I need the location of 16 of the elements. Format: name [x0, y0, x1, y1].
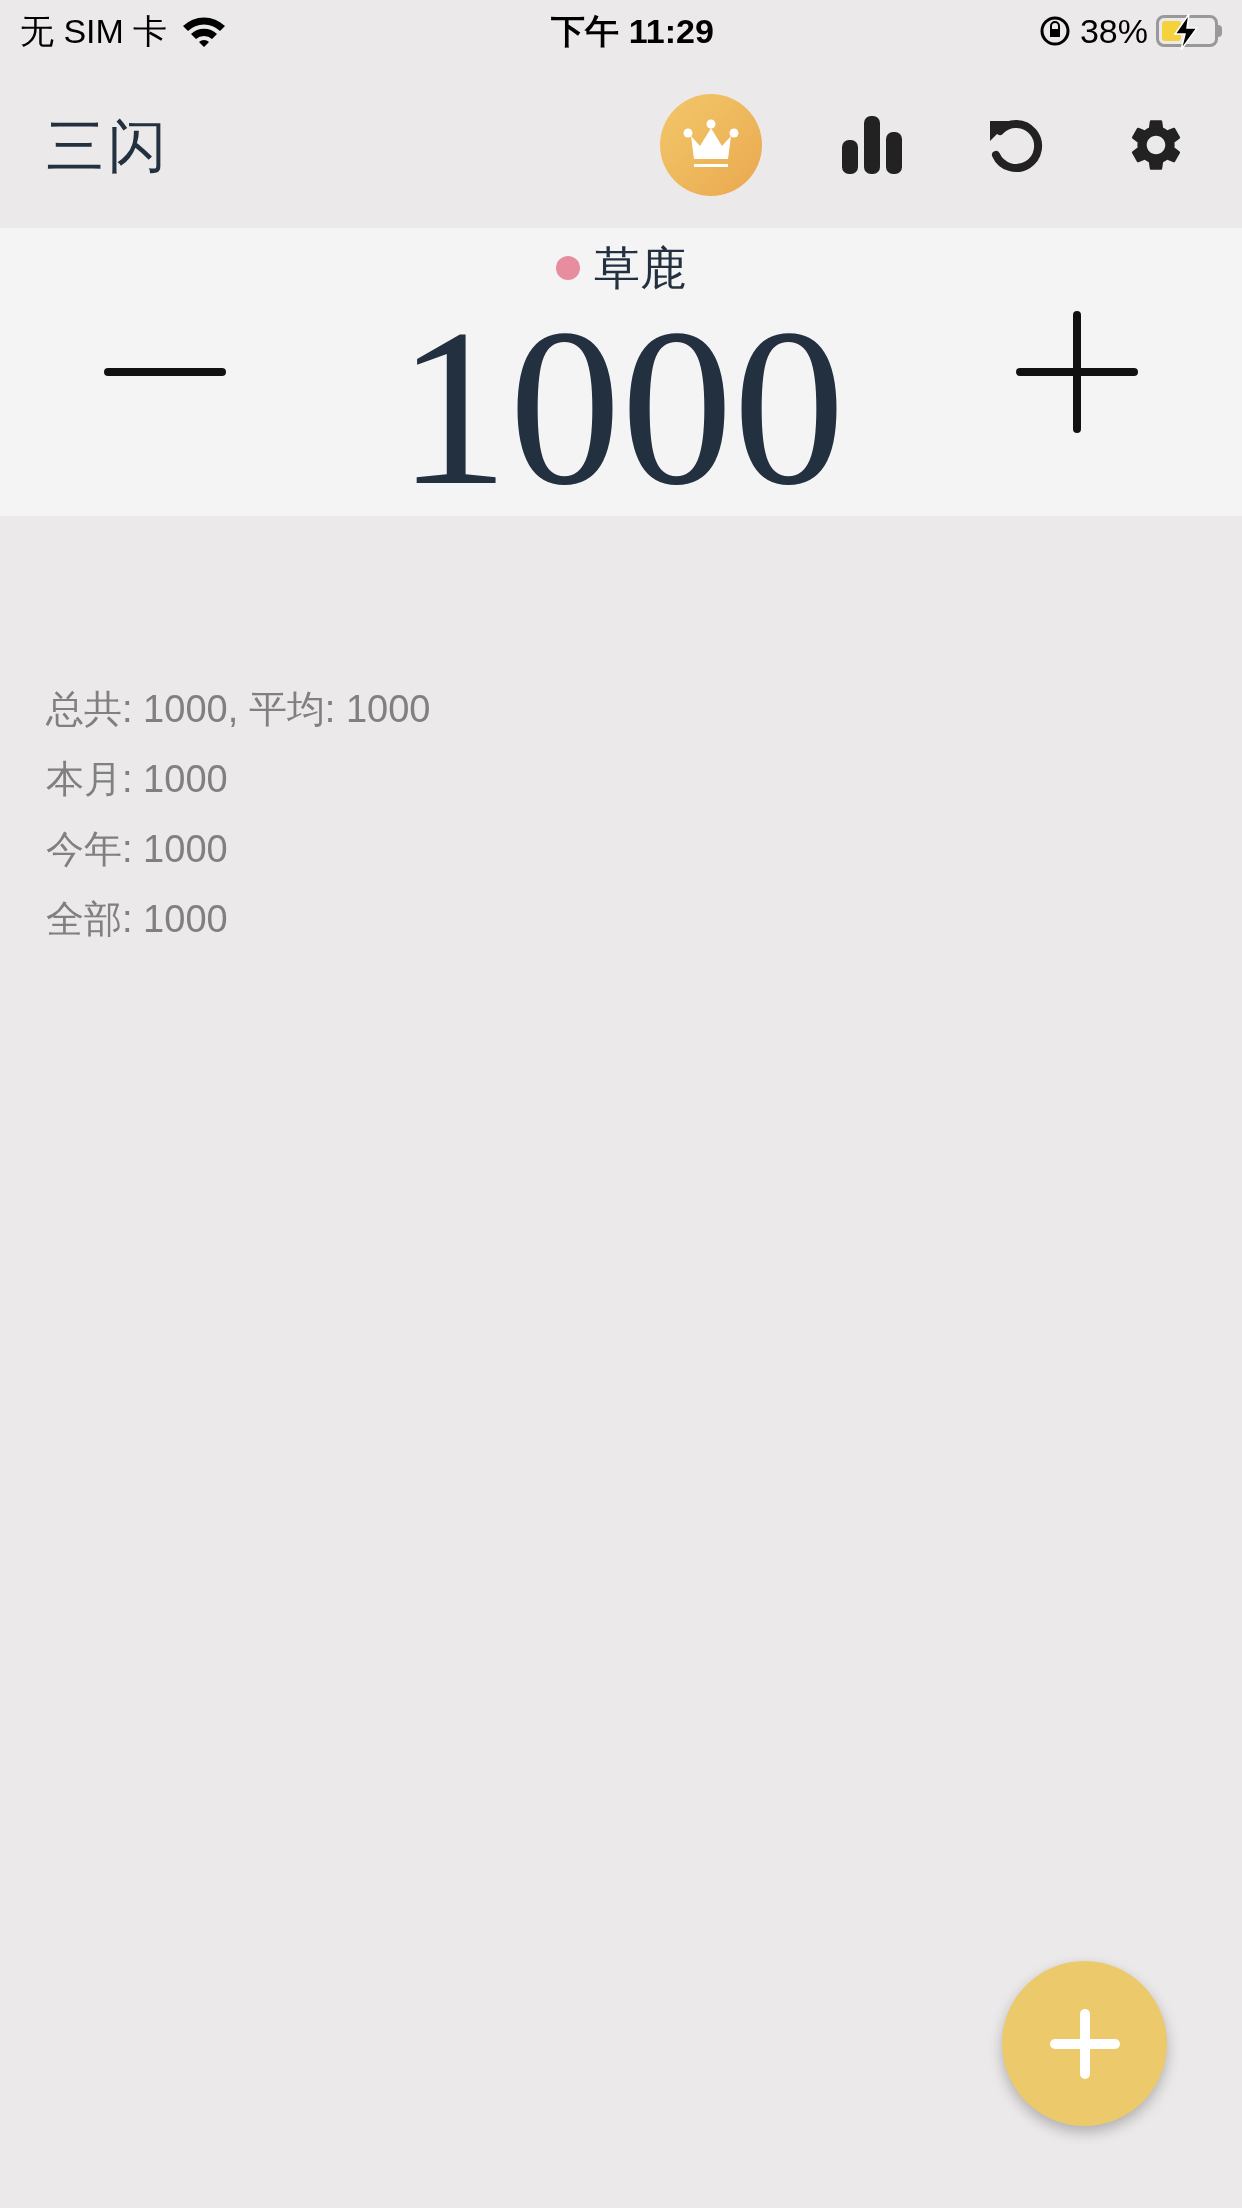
stats-line: 本月: 1000: [46, 757, 229, 802]
stats-line: 总共: 1000, 平均: 1000: [46, 687, 432, 732]
battery-icon: [1156, 15, 1222, 47]
clock-time: 下午 11:29: [551, 10, 714, 52]
battery-percent: 38%: [1079, 10, 1148, 52]
stats-line: 今年: 1000: [46, 827, 229, 872]
stats-line: 全部: 1000: [46, 897, 229, 942]
plus-icon: [1049, 2008, 1120, 2079]
counter-value: 1000: [397, 295, 845, 519]
app-title: 三闪: [46, 111, 170, 180]
minus-icon: [104, 368, 226, 376]
carrier-label: 无 SIM 卡: [20, 10, 168, 52]
counter-name: 草鹿: [594, 245, 686, 291]
bar-chart-icon: [842, 116, 902, 174]
plus-icon: [1016, 311, 1138, 433]
wifi-icon: [181, 14, 228, 48]
